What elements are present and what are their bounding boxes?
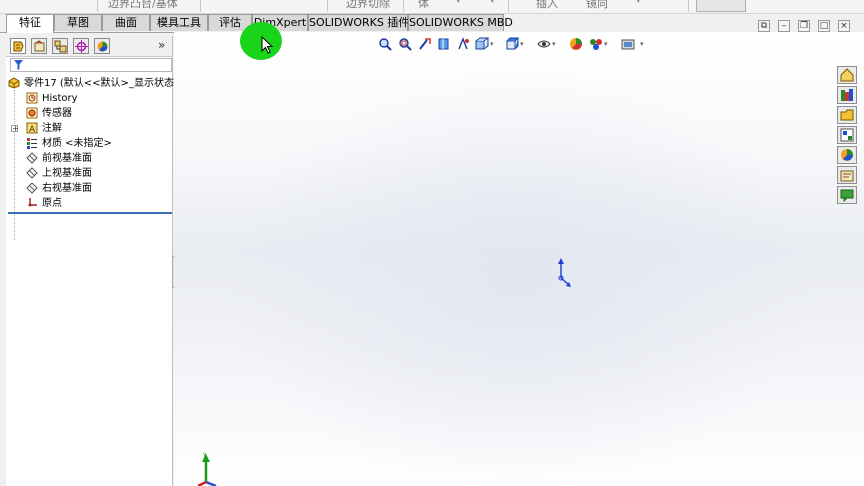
reference-triad: y	[197, 451, 217, 486]
feature-manager-icon[interactable]	[10, 38, 26, 54]
chevron-down-icon[interactable]: ▾	[456, 0, 461, 6]
design-library-icon[interactable]	[837, 86, 857, 104]
insert-button[interactable]: 插入	[536, 0, 558, 11]
tree-item-label: 右视基准面	[42, 183, 92, 194]
tab-surfaces[interactable]: 曲面	[102, 14, 150, 31]
hide-show-items-icon[interactable]	[537, 37, 551, 51]
tree-item-label: 前视基准面	[42, 153, 92, 164]
filter-icon	[14, 60, 23, 70]
mouse-pointer-icon	[261, 36, 273, 54]
chevron-down-icon[interactable]: ▾	[604, 40, 608, 48]
toolbar-separator	[327, 0, 328, 12]
tab-mold-tools[interactable]: 模具工具	[150, 14, 208, 31]
configuration-manager-icon[interactable]	[52, 38, 68, 54]
tree-item-label: 传感器	[42, 108, 72, 119]
boundary-boss-button[interactable]: 边界凸台/基体	[108, 0, 178, 11]
tab-features[interactable]: 特征	[6, 14, 54, 33]
boundary-cut-button[interactable]: 边界切除	[346, 0, 390, 11]
property-manager-icon[interactable]	[31, 38, 47, 54]
dimxpert-manager-icon[interactable]	[73, 38, 89, 54]
file-explorer-icon[interactable]	[837, 106, 857, 124]
mirror-button[interactable]: 镜向	[586, 0, 608, 11]
material-icon	[27, 138, 37, 149]
tree-line	[14, 90, 15, 240]
sensors-icon	[26, 107, 38, 119]
part-icon	[8, 77, 20, 89]
history-icon	[26, 92, 38, 104]
minimize-icon[interactable]: –	[778, 20, 790, 32]
chevron-down-icon[interactable]: ▾	[490, 40, 494, 48]
tree-item-label: 材质 <未指定>	[42, 138, 112, 149]
feature-manager-pane: » 零件17 (默认<<默认>_显示状态 History 传感器 + A 注解 …	[6, 36, 174, 486]
close-icon[interactable]: ×	[838, 20, 850, 32]
tree-item-label: History	[42, 93, 78, 104]
rollback-bar[interactable]	[8, 212, 172, 214]
svg-text:y: y	[203, 451, 207, 458]
zoom-to-area-icon[interactable]	[398, 37, 412, 51]
task-pane-tabs	[837, 66, 857, 206]
tab-sketch[interactable]: 草图	[54, 14, 102, 31]
solidworks-resources-icon[interactable]	[837, 66, 857, 84]
command-manager-tabs: 特征 草图 曲面 模具工具 评估 DimXpert SOLIDWORKS 插件 …	[0, 14, 864, 33]
zoom-to-fit-icon[interactable]	[378, 37, 392, 51]
body-button[interactable]: 体	[418, 0, 429, 11]
view-orientation-icon[interactable]	[475, 37, 489, 51]
maximize-icon[interactable]: □	[818, 20, 830, 32]
chevron-down-icon[interactable]: ▾	[640, 40, 644, 48]
tab-solidworks-mbd[interactable]: SOLIDWORKS MBD	[408, 14, 513, 31]
chevron-down-icon[interactable]: ▾	[552, 40, 556, 48]
plane-icon	[26, 167, 38, 179]
tree-item-label: 原点	[42, 198, 62, 209]
toolbar-separator	[97, 0, 98, 12]
dynamic-annotation-icon[interactable]	[456, 37, 470, 51]
feature-tree-filter[interactable]	[10, 58, 172, 72]
toolbar-separator	[688, 0, 689, 12]
restore-icon[interactable]: ❐	[798, 20, 810, 32]
chevron-down-icon[interactable]: ▾	[636, 0, 641, 6]
pane-more-button[interactable]: »	[158, 38, 165, 52]
toolbar-separator	[508, 0, 509, 12]
part-name: 零件17 (默认<<默认>_显示状态	[24, 78, 174, 89]
display-manager-icon[interactable]	[94, 38, 110, 54]
expand-icon[interactable]: +	[11, 125, 19, 133]
appearances-icon[interactable]	[837, 146, 857, 164]
section-view-icon[interactable]	[437, 37, 451, 51]
custom-properties-icon[interactable]	[837, 166, 857, 184]
origin-marker	[558, 258, 571, 287]
graphics-area[interactable]	[174, 32, 864, 486]
view-settings-icon[interactable]	[621, 37, 635, 51]
plane-icon	[26, 182, 38, 194]
apply-scene-icon[interactable]	[589, 37, 603, 51]
top-toolbar-strip: 边界凸台/基体 边界切除 体 ▾ ▾ 插入 镜向 ▾	[0, 0, 864, 14]
display-style-icon[interactable]	[505, 37, 519, 51]
tab-solidworks-addins[interactable]: SOLIDWORKS 插件	[308, 14, 409, 31]
forum-icon[interactable]	[837, 186, 857, 204]
previous-view-icon[interactable]	[418, 37, 432, 51]
manager-tabs: »	[6, 36, 172, 57]
tree-item-label: 上视基准面	[42, 168, 92, 179]
view-palette-icon[interactable]	[837, 126, 857, 144]
chevron-down-icon[interactable]: ▾	[490, 0, 495, 6]
plane-icon	[26, 152, 38, 164]
toolbar-field[interactable]	[696, 0, 746, 12]
toolbar-separator	[200, 0, 201, 12]
chevron-down-icon[interactable]: ▾	[520, 40, 524, 48]
edit-appearance-icon[interactable]	[569, 37, 583, 51]
origin-icon	[28, 198, 37, 207]
tile-window-icon[interactable]: ⧉	[758, 20, 770, 32]
annotations-icon: A	[26, 122, 38, 134]
toolbar-separator	[403, 0, 404, 12]
svg-text:A: A	[29, 125, 36, 134]
tree-item-label: 注解	[42, 123, 62, 134]
